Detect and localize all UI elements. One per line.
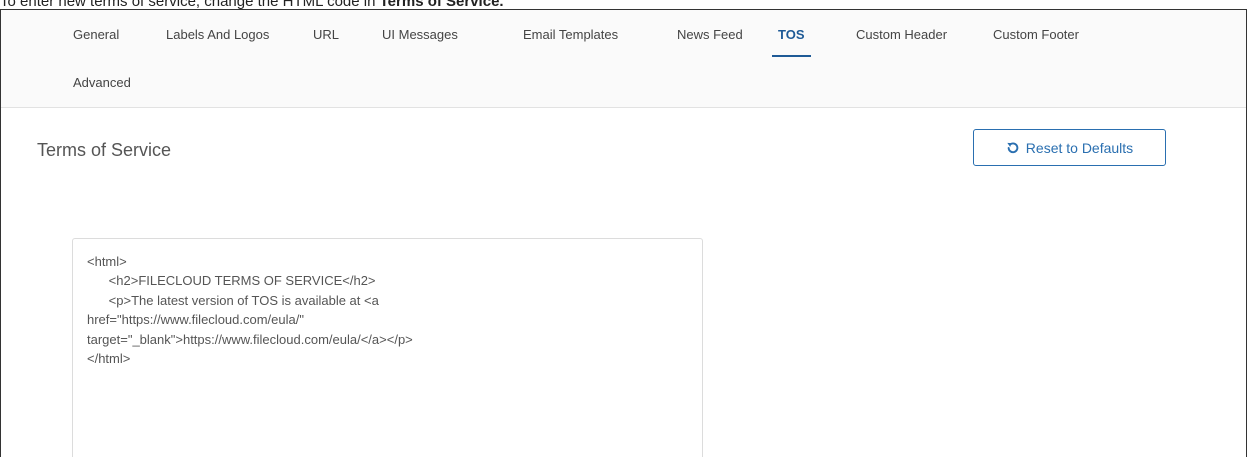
tab-custom-header[interactable]: Custom Header — [856, 21, 947, 49]
tab-general[interactable]: General — [73, 21, 119, 49]
tab-labels-and-logos[interactable]: Labels And Logos — [166, 21, 269, 49]
tab-url[interactable]: URL — [313, 21, 339, 49]
tab-bar: General Labels And Logos URL UI Messages… — [1, 10, 1246, 108]
tab-news-feed[interactable]: News Feed — [677, 21, 743, 49]
tos-html-editor[interactable]: <html> <h2>FILECLOUD TERMS OF SERVICE</h… — [72, 238, 703, 457]
settings-panel: General Labels And Logos URL UI Messages… — [0, 9, 1247, 457]
tab-tos[interactable]: TOS — [772, 21, 811, 57]
active-tab-indicator — [772, 55, 811, 57]
page-title: Terms of Service — [37, 140, 172, 160]
tab-email-templates[interactable]: Email Templates — [523, 21, 618, 49]
reset-button-label: Reset to Defaults — [1025, 139, 1134, 156]
tab-advanced[interactable]: Advanced — [73, 69, 131, 97]
reset-to-defaults-button[interactable]: Reset to Defaults — [973, 129, 1166, 166]
tab-custom-footer[interactable]: Custom Footer — [993, 21, 1079, 49]
tab-ui-messages[interactable]: UI Messages — [382, 21, 458, 49]
undo-icon — [1007, 142, 1019, 153]
